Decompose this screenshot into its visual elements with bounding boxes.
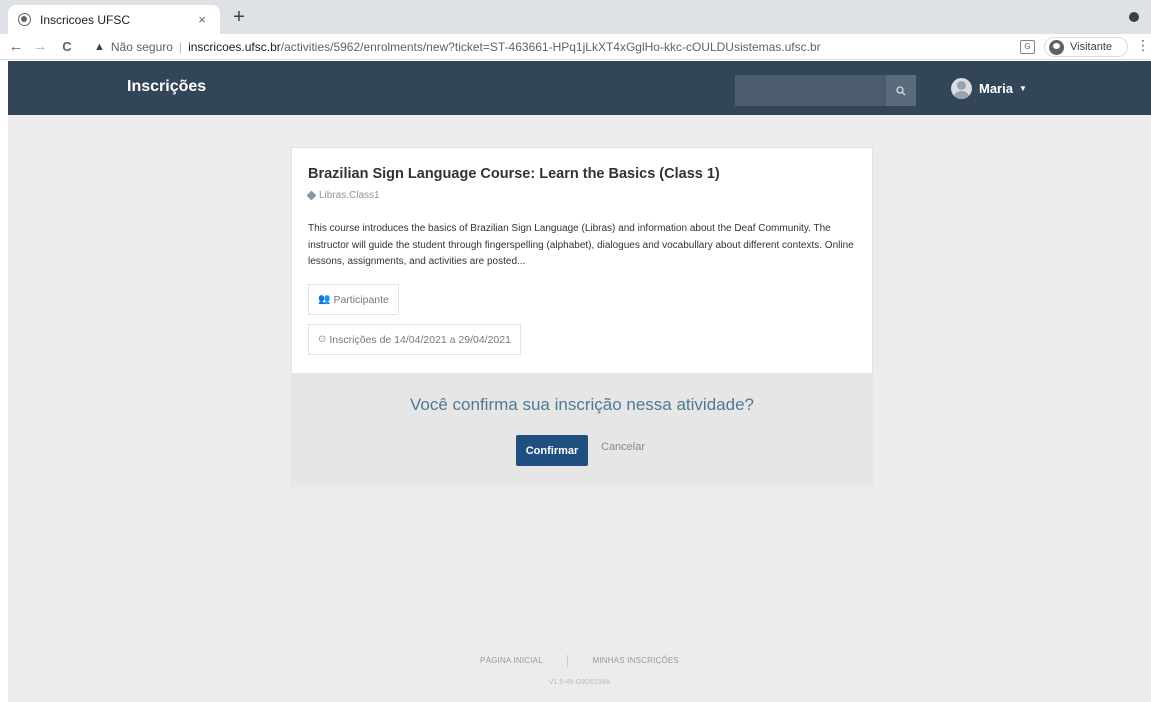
app-version: V1.5-49-G9D6159A	[548, 679, 611, 686]
profile-button[interactable]: Visitante	[1044, 37, 1128, 57]
users-icon: 👥	[318, 294, 331, 305]
footer-divider	[567, 655, 568, 667]
footer-home-link[interactable]: PÁGINA INICIAL	[480, 656, 543, 665]
avatar	[951, 78, 972, 99]
browser-toolbar: ← → C ▲ Não seguro | inscricoes.ufsc.br /…	[0, 34, 1151, 60]
clock-icon: ⊙	[318, 334, 327, 345]
chevron-down-icon: ▼	[1018, 84, 1027, 93]
forward-button[interactable]: →	[30, 37, 50, 57]
role-badge: 👥 Participante	[308, 284, 399, 315]
warning-icon[interactable]: ▲	[94, 41, 105, 53]
enrolment-period-badge: ⊙ Inscrições de 14/04/2021 a 29/04/2021	[308, 324, 521, 355]
role-label: Participante	[333, 293, 389, 306]
address-bar[interactable]: ▲ Não seguro | inscricoes.ufsc.br/activi…	[94, 36, 994, 58]
page-body: Brazilian Sign Language Course: Learn th…	[8, 115, 1151, 702]
browser-menu-icon[interactable]: ⋮	[1136, 37, 1150, 54]
footer-nav: PÁGINA INICIAL MINHAS INSCRIÇÕES	[8, 655, 1151, 667]
enrolment-period-label: Inscrições de 14/04/2021 a 29/04/2021	[329, 333, 511, 346]
profile-label: Visitante	[1070, 41, 1112, 53]
footer-my-enrolments-link[interactable]: MINHAS INSCRIÇÕES	[592, 656, 679, 665]
tag-icon	[306, 190, 317, 201]
search-form	[735, 75, 916, 106]
confirmation-question: Você confirma sua inscrição nessa ativid…	[410, 395, 754, 414]
activity-description: This course introduces the basics of Bra…	[308, 223, 854, 267]
browser-tab-strip: Inscricoes UFSC × +	[0, 0, 1151, 34]
window-indicator-icon	[1129, 12, 1139, 22]
tab-close-icon[interactable]: ×	[194, 12, 210, 27]
activity-tag: Libras.Class1	[306, 190, 380, 201]
search-input[interactable]	[735, 75, 886, 106]
person-icon	[1049, 39, 1064, 55]
user-name: Maria	[979, 81, 1013, 96]
tab-title: Inscricoes UFSC	[40, 12, 131, 27]
cancel-link[interactable]: Cancelar	[601, 441, 645, 453]
confirm-button[interactable]: Confirmar	[516, 435, 588, 466]
globe-icon	[18, 13, 31, 26]
translate-icon[interactable]: G	[1020, 40, 1035, 54]
search-icon	[896, 85, 906, 95]
url-host: inscricoes.ufsc.br	[188, 40, 281, 54]
activity-title: Brazilian Sign Language Course: Learn th…	[308, 166, 720, 182]
user-menu[interactable]: Maria ▼	[951, 78, 1027, 99]
new-tab-button[interactable]: +	[228, 6, 250, 28]
confirmation-panel: Você confirma sua inscrição nessa ativid…	[291, 373, 873, 487]
activity-tag-label: Libras.Class1	[319, 190, 380, 201]
app-header: Inscrições Maria ▼	[8, 61, 1151, 115]
security-label[interactable]: Não seguro	[111, 40, 173, 54]
brand-link[interactable]: Inscrições	[127, 78, 206, 96]
url-path: /activities/5962/enrolments/new?ticket=S…	[280, 40, 821, 54]
search-button[interactable]	[886, 75, 916, 106]
reload-button[interactable]: C	[57, 37, 77, 57]
url-separator: |	[178, 40, 183, 54]
back-button[interactable]: ←	[6, 37, 26, 57]
browser-tab[interactable]: Inscricoes UFSC ×	[8, 5, 220, 34]
